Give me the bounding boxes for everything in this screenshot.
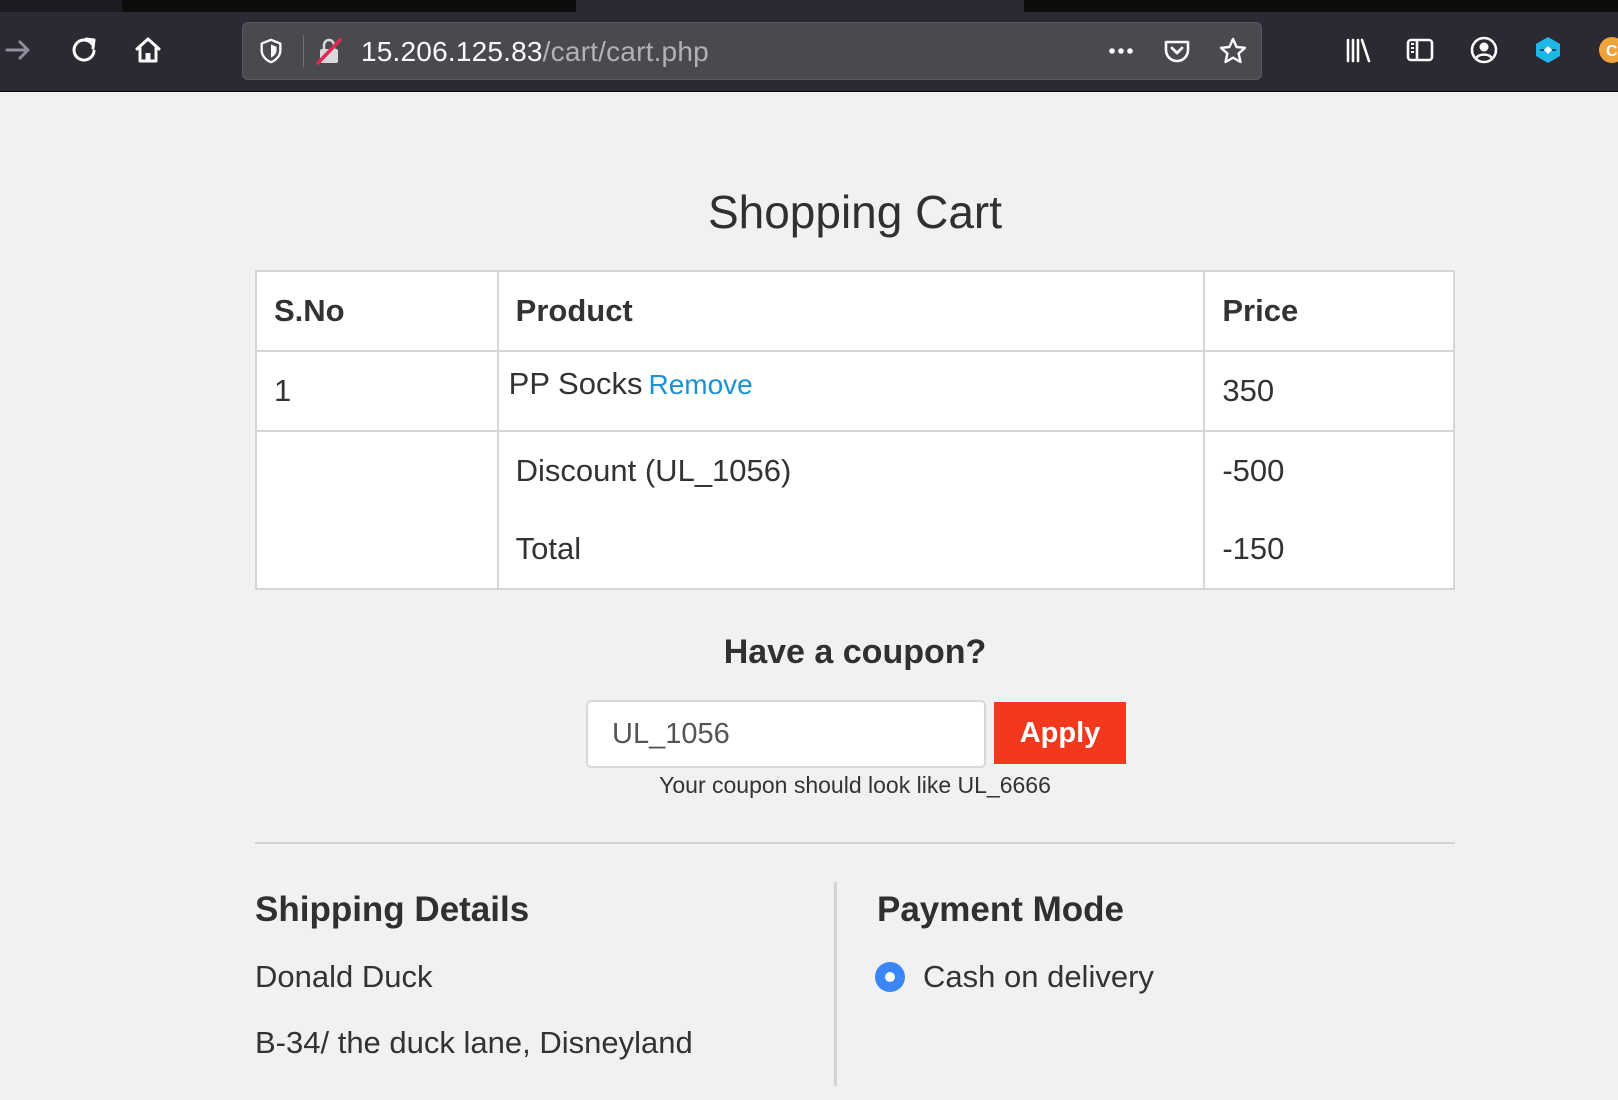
item-sno: 1 — [255, 350, 499, 432]
discount-label: Discount (UL_1056) — [515, 453, 792, 488]
tracking-protection-shield-icon[interactable] — [255, 35, 287, 67]
extension-icon-2[interactable]: C — [1590, 28, 1618, 72]
header-price: Price — [1203, 270, 1455, 352]
coupon-heading: Have a coupon? — [723, 633, 987, 671]
url-path: /cart/cart.php — [542, 36, 709, 67]
column-divider — [834, 882, 837, 1086]
home-icon[interactable] — [126, 28, 170, 72]
cart-table: S.No Product Price 1 PP Socks Remove 350 … — [255, 270, 1455, 590]
shipping-title: Shipping Details — [255, 890, 530, 929]
forward-icon[interactable] — [0, 28, 40, 72]
page-actions-more-icon[interactable] — [1105, 35, 1137, 67]
summary-labels: Discount (UL_1056) Total — [496, 430, 1206, 590]
url-text[interactable]: 15.206.125.83/cart/cart.php — [361, 37, 709, 67]
item-price: 350 — [1203, 350, 1455, 432]
summary-row: Discount (UL_1056) Total -500 -150 — [255, 430, 1455, 590]
discount-value: -500 — [1222, 453, 1285, 488]
tab-active[interactable] — [576, 0, 1024, 12]
header-product: Product — [496, 270, 1206, 352]
account-icon[interactable] — [1462, 28, 1506, 72]
library-icon[interactable] — [1336, 28, 1380, 72]
remove-link[interactable]: Remove — [648, 369, 752, 400]
shipping-name: Donald Duck — [255, 959, 433, 994]
summary-values: -500 -150 — [1203, 430, 1455, 590]
tab-left[interactable] — [0, 0, 122, 12]
tab-inactive-2[interactable] — [1024, 0, 1618, 12]
total-label: Total — [515, 531, 582, 566]
item-product-name: PP Socks — [508, 366, 643, 401]
browser-toolbar: 15.206.125.83/cart/cart.php C — [0, 12, 1618, 92]
insecure-connection-icon[interactable] — [313, 35, 345, 67]
summary-empty-cell — [255, 430, 499, 590]
coupon-hint: Your coupon should look like UL_6666 — [659, 772, 1051, 798]
page-title: Shopping Cart — [707, 186, 1003, 238]
pocket-icon[interactable] — [1161, 35, 1193, 67]
tab-inactive[interactable] — [124, 0, 576, 12]
reload-icon[interactable] — [62, 28, 106, 72]
tab-strip — [0, 0, 1618, 12]
bookmark-star-icon[interactable] — [1217, 35, 1249, 67]
apply-button[interactable]: Apply — [994, 702, 1126, 764]
table-row: 1 PP Socks Remove 350 — [255, 350, 1455, 432]
payment-option-label: Cash on delivery — [923, 959, 1154, 994]
coupon-input[interactable] — [586, 700, 986, 768]
shipping-address: B-34/ the duck lane, Disneyland — [255, 1025, 693, 1060]
item-product-cell: PP Socks Remove — [496, 350, 1206, 432]
payment-title: Payment Mode — [877, 890, 1124, 929]
header-sno: S.No — [255, 270, 499, 352]
section-divider — [255, 842, 1455, 844]
url-bar[interactable]: 15.206.125.83/cart/cart.php — [242, 22, 1262, 80]
svg-text:C: C — [1606, 43, 1618, 60]
payment-option-cod[interactable]: Cash on delivery — [875, 958, 1154, 996]
table-header-row: S.No Product Price — [255, 270, 1455, 352]
sidebar-icon[interactable] — [1398, 28, 1442, 72]
url-separator — [303, 35, 304, 67]
total-value: -150 — [1222, 531, 1285, 566]
url-host: 15.206.125.83 — [361, 36, 543, 67]
radio-selected-icon[interactable] — [875, 962, 905, 992]
extension-icon[interactable] — [1526, 28, 1570, 72]
